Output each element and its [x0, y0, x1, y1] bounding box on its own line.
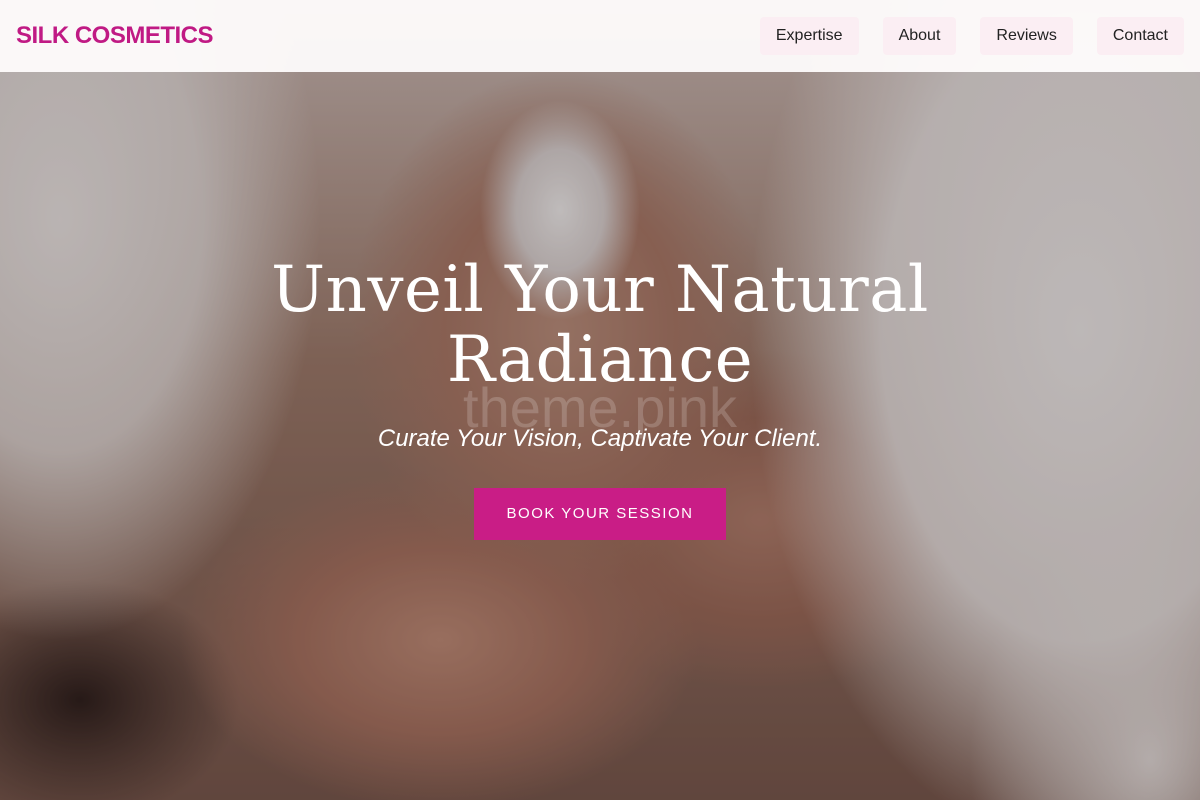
hero-section: Unveil Your Natural Radiance Curate Your… [0, 255, 1200, 540]
hero-title: Unveil Your Natural Radiance [271, 253, 929, 397]
nav-link-about[interactable]: About [882, 17, 957, 55]
page: SILK COSMETICS Expertise About Reviews C… [0, 0, 1200, 800]
book-session-button[interactable]: BOOK YOUR SESSION [474, 488, 726, 540]
main-nav: Expertise About Reviews Contact [759, 17, 1184, 55]
hero-subtitle: Curate Your Vision, Captivate Your Clien… [377, 425, 823, 452]
nav-link-reviews[interactable]: Reviews [980, 17, 1073, 55]
nav-link-expertise[interactable]: Expertise [759, 17, 859, 55]
brand-logo-link[interactable]: SILK COSMETICS [16, 22, 214, 50]
top-navbar: SILK COSMETICS Expertise About Reviews C… [0, 0, 1200, 72]
nav-link-contact[interactable]: Contact [1096, 17, 1184, 55]
